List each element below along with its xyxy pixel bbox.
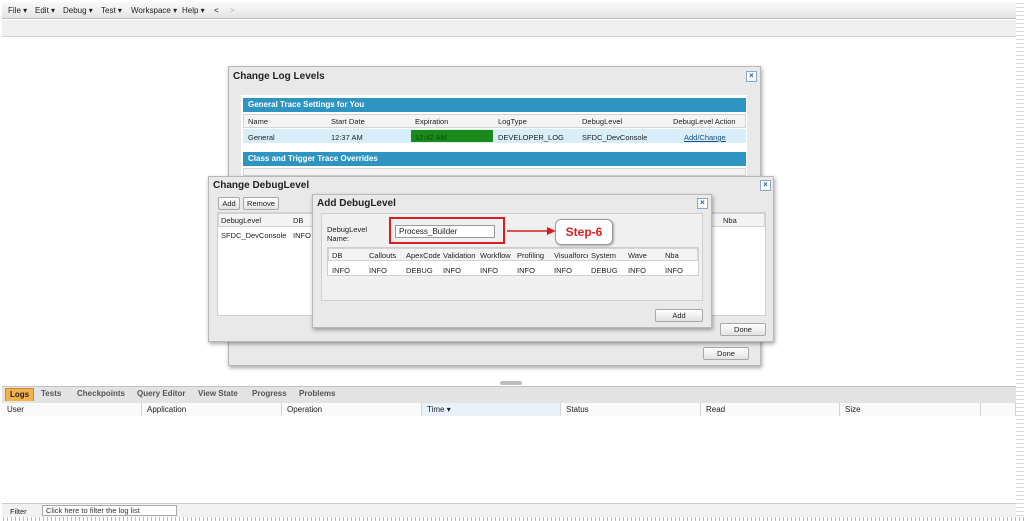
col-header: LogType — [498, 117, 527, 126]
col-user[interactable]: User — [2, 403, 142, 416]
dialog-title: Change DebugLevel — [213, 180, 310, 191]
editor-tab-strip — [2, 20, 1016, 37]
arrow-icon — [507, 227, 556, 235]
table-header — [243, 114, 746, 128]
tab-logs[interactable]: Logs — [5, 388, 35, 401]
col-header: Expiration — [415, 117, 449, 126]
table-row[interactable] — [243, 129, 746, 143]
step-label: Step-6 — [555, 219, 613, 245]
col-header: System — [591, 251, 617, 260]
done-button[interactable]: Done — [720, 323, 766, 336]
add-debuglevel-dialog: Add DebugLevel × DebugLevel Name: Proces… — [312, 194, 712, 328]
level-value[interactable]: INFO — [517, 266, 535, 275]
close-icon[interactable]: × — [746, 71, 757, 82]
col-header: Nba — [723, 216, 737, 225]
back-icon[interactable]: < — [214, 6, 219, 15]
level-value[interactable]: INFO — [628, 266, 646, 275]
filter-bar: Filter Click here to filter the log list — [2, 503, 1016, 518]
level-value[interactable]: INFO — [443, 266, 461, 275]
col-header: ApexCode — [406, 251, 440, 260]
menu-help[interactable]: Help ▾ — [182, 6, 205, 15]
tab-checkpoints[interactable]: Checkpoints — [73, 388, 129, 400]
col-header: Wave — [628, 251, 647, 260]
table-header — [243, 168, 746, 176]
menu-file[interactable]: File ▾ — [8, 6, 27, 15]
col-header: Profiling — [517, 251, 545, 260]
col-header: Visualforce — [554, 251, 588, 260]
level-value[interactable]: INFO — [332, 266, 350, 275]
col-header: Validation — [443, 251, 476, 260]
row-name: SFDC_DevConsole — [221, 231, 287, 240]
col-operation[interactable]: Operation — [282, 403, 422, 416]
log-list — [2, 417, 1016, 503]
menu-edit[interactable]: Edit ▾ — [35, 6, 55, 15]
done-button[interactable]: Done — [703, 347, 749, 360]
filter-input[interactable]: Click here to filter the log list — [42, 505, 177, 516]
row-start: 12:37 AM — [331, 133, 363, 142]
filter-label: Filter — [10, 507, 27, 516]
row-debuglevel: SFDC_DevConsole — [582, 133, 648, 142]
tab-problems[interactable]: Problems — [295, 388, 339, 400]
level-value[interactable]: INFO — [369, 266, 387, 275]
tab-progress[interactable]: Progress — [248, 388, 291, 400]
row-logtype: DEVELOPER_LOG — [498, 133, 564, 142]
torn-edge-right — [1016, 0, 1024, 521]
col-header: DB — [293, 216, 304, 225]
row-db: INFO — [293, 231, 311, 240]
col-header: Nba — [665, 251, 679, 260]
tab-query-editor[interactable]: Query Editor — [133, 388, 189, 400]
section-header: General Trace Settings for You — [243, 98, 746, 112]
col-header: DebugLevel — [221, 216, 262, 225]
level-value[interactable]: DEBUG — [591, 266, 618, 275]
forward-icon[interactable]: > — [230, 6, 235, 15]
col-header: Start Date — [331, 117, 365, 126]
section-header: Class and Trigger Trace Overrides — [243, 152, 746, 166]
torn-edge-bottom — [0, 517, 1024, 521]
col-header: Name — [248, 117, 269, 126]
tab-tests[interactable]: Tests — [37, 388, 65, 400]
add-change-link[interactable]: Add/Change — [684, 133, 726, 142]
close-icon[interactable]: × — [697, 198, 708, 209]
col-status[interactable]: Status — [561, 403, 701, 416]
dialog-title: Add DebugLevel — [317, 198, 396, 209]
menu-bar: File ▾ Edit ▾ Debug ▾ Test ▾ Workspace ▾… — [2, 2, 1016, 19]
col-header: DebugLevel — [582, 117, 623, 126]
level-value[interactable]: INFO — [554, 266, 572, 275]
highlight-box — [389, 217, 505, 244]
level-value[interactable]: DEBUG — [406, 266, 433, 275]
close-icon[interactable]: × — [760, 180, 771, 191]
col-header: DebugLevel Action — [673, 117, 736, 126]
row-name: General — [248, 133, 275, 142]
col-size[interactable]: Size — [840, 403, 981, 416]
level-value[interactable]: INFO — [665, 266, 683, 275]
add-button[interactable]: Add — [655, 309, 703, 322]
menu-debug[interactable]: Debug ▾ — [63, 6, 93, 15]
tab-view-state[interactable]: View State — [194, 388, 242, 400]
menu-workspace[interactable]: Workspace ▾ — [131, 6, 177, 15]
splitter-handle[interactable] — [500, 381, 522, 385]
menu-test[interactable]: Test ▾ — [101, 6, 122, 15]
col-header: DB — [332, 251, 343, 260]
remove-button[interactable]: Remove — [243, 197, 279, 210]
add-button[interactable]: Add — [218, 197, 240, 210]
col-time[interactable]: Time ▾ — [422, 403, 561, 416]
col-extra — [981, 403, 1016, 416]
col-header: Callouts — [369, 251, 397, 260]
dialog-title: Change Log Levels — [233, 71, 325, 82]
col-read[interactable]: Read — [701, 403, 840, 416]
col-header: Workflow — [480, 251, 511, 260]
row-expiration: 12:42 AM — [415, 133, 447, 142]
level-value[interactable]: INFO — [480, 266, 498, 275]
col-application[interactable]: Application — [142, 403, 282, 416]
name-label: DebugLevel — [327, 225, 368, 234]
name-label: Name: — [327, 234, 350, 243]
